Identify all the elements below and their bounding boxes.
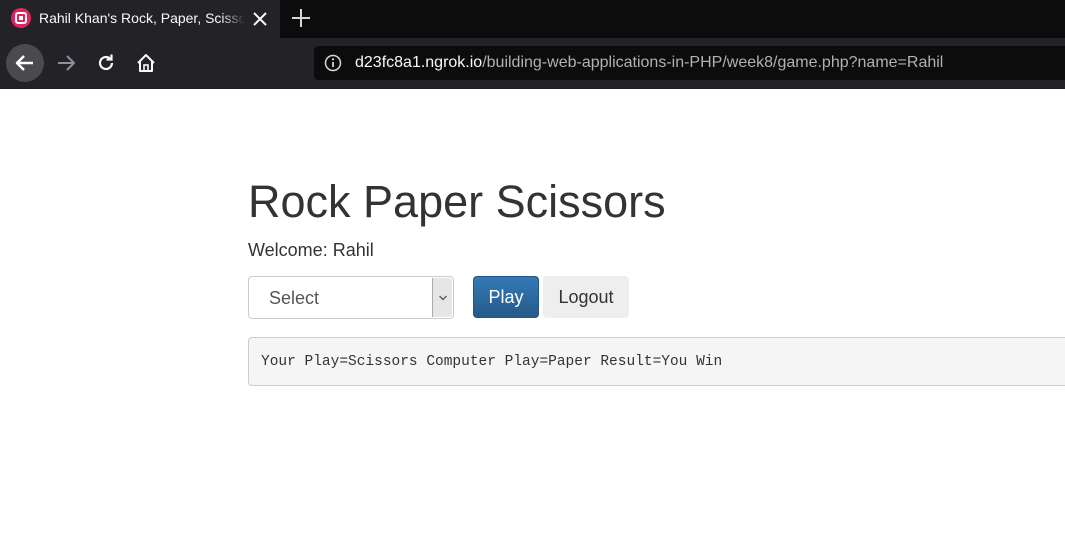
address-bar[interactable]: d23fc8a1.ngrok.io/building-web-applicati… — [314, 46, 1065, 80]
info-icon[interactable] — [324, 54, 342, 72]
page-title: Rock Paper Scissors — [248, 176, 666, 227]
select-arrow-button[interactable] — [432, 278, 452, 317]
back-button[interactable] — [6, 44, 44, 82]
result-box: Your Play=Scissors Computer Play=Paper R… — [248, 337, 1065, 386]
app-favicon-icon — [11, 8, 31, 28]
reload-button[interactable] — [87, 44, 125, 82]
play-button[interactable]: Play — [473, 276, 539, 318]
select-value: Select — [269, 288, 320, 308]
logout-button[interactable]: Logout — [543, 276, 629, 318]
url-text: d23fc8a1.ngrok.io/building-web-applicati… — [355, 54, 943, 72]
chevron-down-icon — [438, 295, 447, 300]
tab-title: Rahil Khan's Rock, Paper, Scissors Game — [39, 10, 245, 26]
page-content: Rock Paper Scissors Welcome: Rahil Selec… — [0, 89, 1065, 543]
tab-bar: Rahil Khan's Rock, Paper, Scissors Game — [0, 0, 1065, 38]
plus-icon[interactable] — [288, 5, 314, 31]
url-path: /building-web-applications-in-PHP/week8/… — [482, 54, 944, 71]
browser-tab[interactable]: Rahil Khan's Rock, Paper, Scissors Game — [0, 0, 280, 38]
welcome-text: Welcome: Rahil — [248, 240, 374, 260]
reload-icon — [98, 54, 114, 71]
url-host: d23fc8a1.ngrok.io — [355, 54, 483, 71]
play-select[interactable]: Select — [248, 276, 454, 319]
home-button[interactable] — [127, 44, 165, 82]
close-icon[interactable] — [250, 9, 270, 29]
forward-button[interactable] — [47, 44, 85, 82]
forward-arrow-icon — [58, 55, 75, 71]
home-icon — [137, 54, 155, 72]
navigation-bar: d23fc8a1.ngrok.io/building-web-applicati… — [0, 38, 1065, 89]
back-arrow-icon — [15, 55, 33, 71]
result-text: Your Play=Scissors Computer Play=Paper R… — [261, 354, 723, 370]
